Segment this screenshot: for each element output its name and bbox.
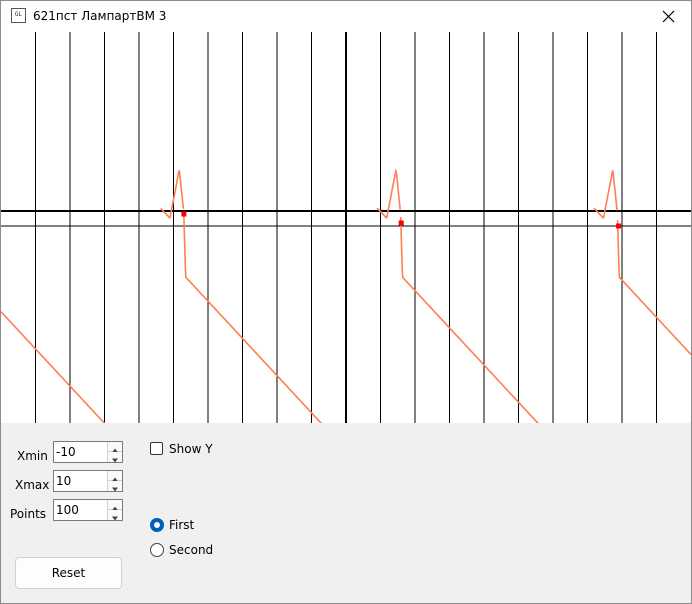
- close-button[interactable]: [645, 1, 691, 32]
- root-marker: [181, 211, 187, 217]
- xmax-input[interactable]: [54, 471, 108, 491]
- app-window: GL 621пст ЛампартВМ 3 Xmin -10 Xmax 10 P…: [0, 0, 692, 604]
- points-up-button[interactable]: [107, 500, 122, 511]
- first-radio-label[interactable]: First: [169, 518, 194, 532]
- graph-area: [1, 32, 691, 423]
- xmax-spinbox[interactable]: [53, 470, 123, 492]
- root-marker: [616, 223, 622, 229]
- graph-canvas: [1, 32, 691, 423]
- xmax-up-button[interactable]: [107, 471, 122, 482]
- close-icon: [662, 10, 675, 23]
- reset-button[interactable]: Reset: [15, 557, 122, 589]
- points-down-button[interactable]: [107, 510, 122, 521]
- points-label: Points: [10, 507, 47, 521]
- window-title: 621пст ЛампартВМ 3: [33, 9, 167, 23]
- points-input[interactable]: [54, 500, 108, 520]
- xmin-down-button[interactable]: [107, 452, 122, 463]
- control-panel: Xmin Xmax Po: [1, 423, 691, 603]
- caret-down-icon: [112, 487, 118, 492]
- second-radio-label[interactable]: Second: [169, 543, 213, 557]
- caret-down-icon: [112, 458, 118, 463]
- xmin-up-button[interactable]: [107, 442, 122, 453]
- root-marker: [398, 220, 404, 226]
- show-y-label[interactable]: Show Y: [169, 442, 213, 456]
- app-icon: GL: [11, 8, 26, 23]
- second-radio[interactable]: [150, 543, 164, 557]
- xmin-label: Xmin: [17, 449, 48, 463]
- caret-down-icon: [112, 516, 118, 521]
- show-y-checkbox[interactable]: [150, 442, 163, 455]
- points-spinbox[interactable]: [53, 499, 123, 521]
- xmax-label: Xmax: [15, 478, 50, 492]
- title-bar[interactable]: GL 621пст ЛампартВМ 3: [1, 1, 691, 32]
- app-icon-text: GL: [14, 11, 23, 18]
- first-radio[interactable]: [150, 518, 164, 532]
- xmin-input[interactable]: [54, 442, 108, 462]
- xmax-down-button[interactable]: [107, 481, 122, 492]
- xmin-spinbox[interactable]: [53, 441, 123, 463]
